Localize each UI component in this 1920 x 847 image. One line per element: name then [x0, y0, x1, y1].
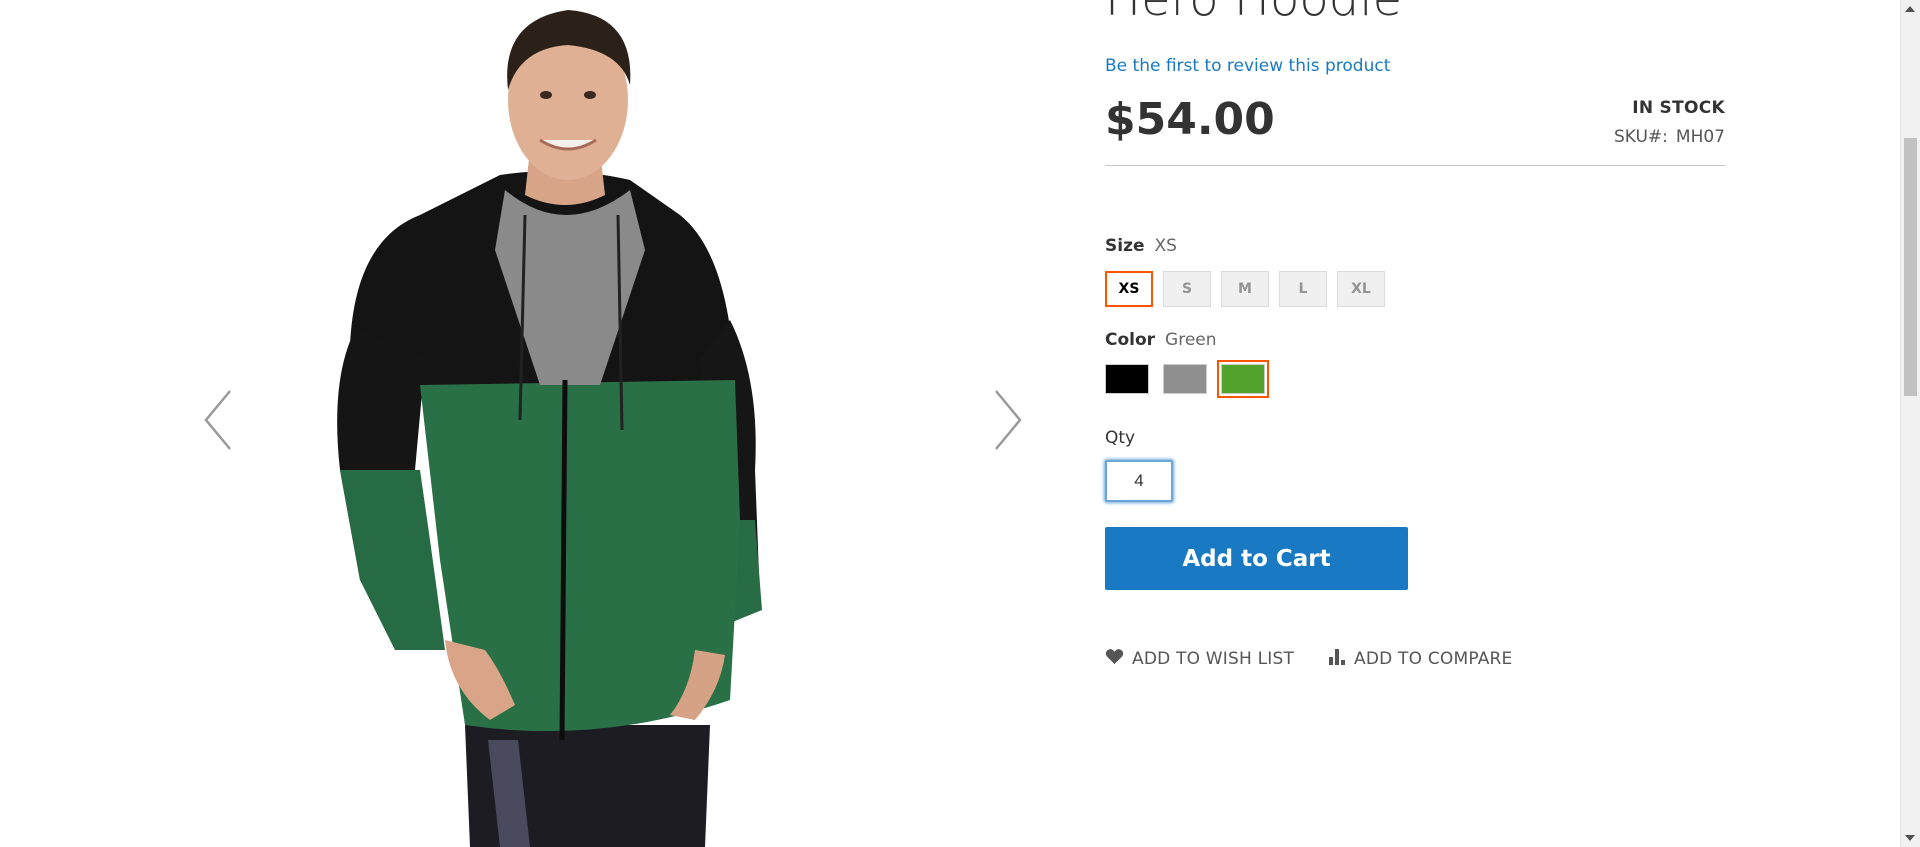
size-swatch-s[interactable]: S: [1163, 271, 1211, 307]
qty-input[interactable]: [1105, 460, 1173, 502]
size-label-text: Size: [1105, 236, 1145, 256]
gallery-prev-arrow-icon[interactable]: [198, 385, 248, 455]
size-swatch-m[interactable]: M: [1221, 271, 1269, 307]
add-to-cart-button[interactable]: Add to Cart: [1105, 527, 1408, 590]
page-title: Hero Hoodie: [1105, 0, 1402, 28]
gallery-next-arrow-icon[interactable]: [982, 385, 1032, 455]
wishlist-label: ADD TO WISH LIST: [1132, 649, 1295, 669]
scroll-down-arrow-icon[interactable]: [1905, 835, 1915, 841]
product-gallery: [0, 0, 1080, 847]
size-option-label: Size XS: [1105, 236, 1177, 256]
size-swatch-l[interactable]: L: [1279, 271, 1327, 307]
color-label-text: Color: [1105, 330, 1156, 350]
add-to-compare-link[interactable]: ADD TO COMPARE: [1328, 648, 1512, 670]
size-swatch-xl[interactable]: XL: [1337, 271, 1385, 307]
product-photo: [337, 10, 762, 847]
color-swatch-green[interactable]: [1217, 360, 1269, 398]
color-swatch-black[interactable]: [1105, 364, 1149, 394]
add-to-wishlist-link[interactable]: ADD TO WISH LIST: [1105, 648, 1294, 670]
review-link[interactable]: Be the first to review this product: [1105, 56, 1390, 76]
size-swatch-xs[interactable]: XS: [1105, 271, 1153, 307]
color-option-label: Color Green: [1105, 330, 1217, 350]
scroll-thumb[interactable]: [1904, 138, 1917, 396]
qty-label: Qty: [1105, 428, 1136, 448]
stock-status: IN STOCK: [1632, 98, 1725, 118]
scrollbar[interactable]: [1900, 0, 1920, 847]
color-selected-value: Green: [1165, 330, 1217, 350]
color-swatch-gray[interactable]: [1163, 364, 1207, 394]
sku-label: SKU#:: [1614, 127, 1668, 147]
sku-value: MH07: [1675, 127, 1725, 147]
scroll-up-arrow-icon[interactable]: [1905, 6, 1915, 12]
compare-label: ADD TO COMPARE: [1354, 649, 1513, 669]
size-selected-value: XS: [1154, 236, 1177, 256]
divider: [1105, 165, 1725, 166]
product-info: Hero Hoodie Be the first to review this …: [1105, 0, 1725, 847]
color-swatches: [1105, 360, 1269, 398]
sku: SKU#: MH07: [1614, 127, 1725, 147]
size-swatches: XS S M L XL: [1105, 271, 1385, 307]
product-actions: ADD TO WISH LIST ADD TO COMPARE: [1105, 648, 1513, 670]
heart-icon: [1105, 648, 1124, 670]
bar-chart-icon: [1328, 648, 1346, 670]
product-price: $54.00: [1105, 94, 1275, 145]
